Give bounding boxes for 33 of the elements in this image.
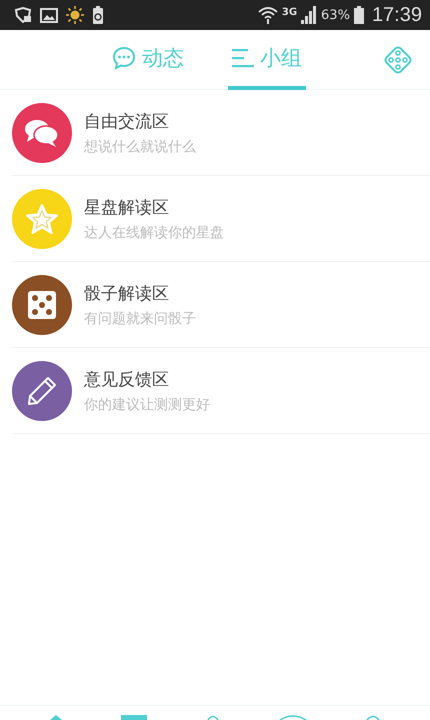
triangle-icon[interactable] [50, 715, 62, 720]
group-description: 达人在线解读你的星盘 [84, 224, 224, 242]
group-item[interactable]: 自由交流区 想说什么就说什么 [12, 90, 430, 176]
battery-recycle-icon [92, 6, 104, 24]
wifi-icon [258, 6, 278, 24]
group-item[interactable]: 意见反馈区 你的建议让测测更好 [12, 348, 430, 434]
battery-percent: 63% [321, 8, 350, 22]
battery-icon [354, 6, 364, 24]
shield-icon [14, 7, 32, 23]
speech-bubbles-icon [24, 118, 60, 148]
sun-icon [66, 6, 84, 24]
arc-icon[interactable] [206, 715, 219, 720]
clock: 17:39 [372, 4, 422, 26]
group-title: 星盘解读区 [84, 196, 170, 218]
dice-face-icon [27, 290, 57, 320]
signal-icon [301, 6, 318, 24]
group-title: 自由交流区 [84, 110, 170, 132]
pencil-icon [26, 374, 58, 406]
dice-icon[interactable] [382, 44, 414, 76]
chat-icon [112, 46, 136, 70]
bar-icon[interactable] [121, 715, 148, 720]
group-description: 想说什么就说什么 [84, 138, 196, 156]
group-title: 骰子解读区 [84, 282, 170, 304]
group-title: 意见反馈区 [84, 368, 170, 390]
image-icon [40, 8, 58, 22]
group-description: 有问题就来问骰子 [84, 310, 196, 328]
group-description: 你的建议让测测更好 [84, 396, 210, 414]
group-item[interactable]: 骰子解读区 有问题就来问骰子 [12, 262, 430, 348]
network-type: 3G [282, 6, 298, 18]
star-icon [25, 202, 59, 234]
group-item[interactable]: 星盘解读区 达人在线解读你的星盘 [12, 176, 430, 262]
menu-icon [232, 48, 254, 68]
arc-icon[interactable] [366, 715, 380, 720]
